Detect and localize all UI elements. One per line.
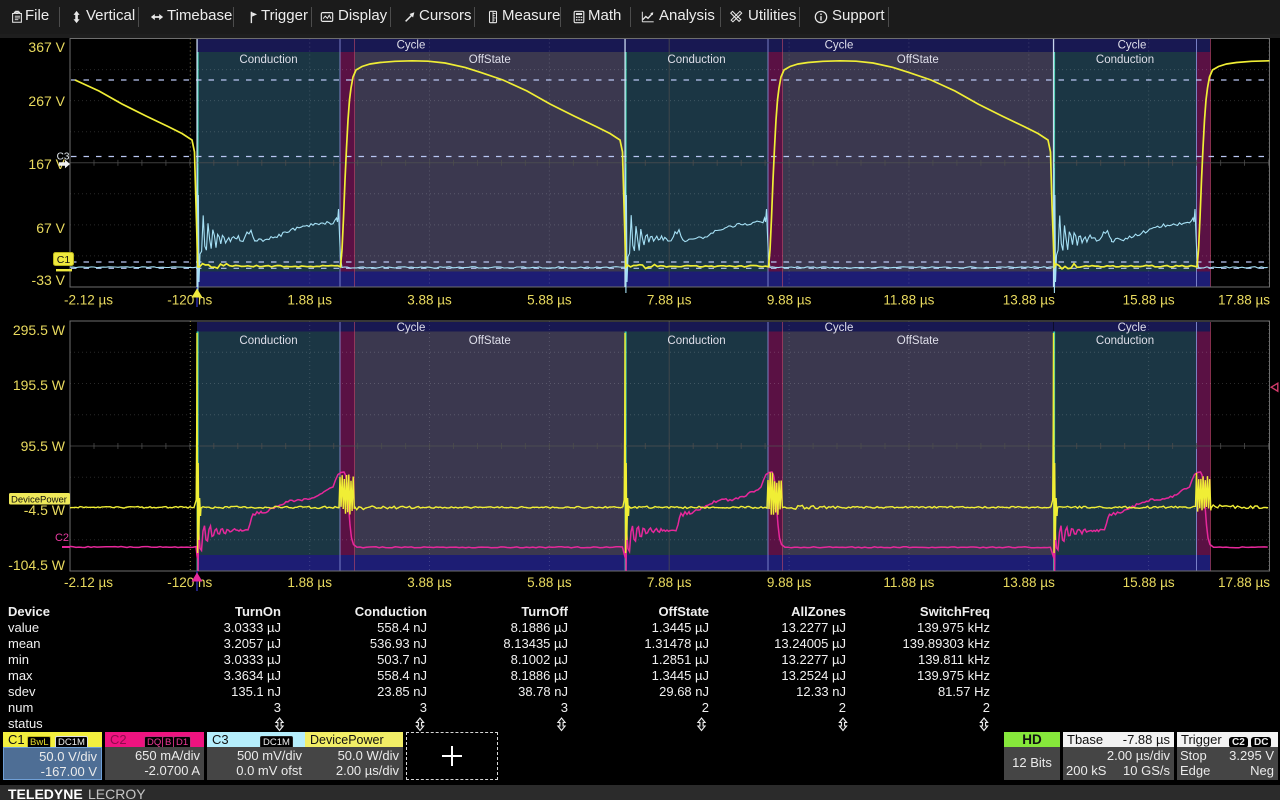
svg-text:15.88 µs: 15.88 µs — [1123, 575, 1175, 590]
svg-text:1.88 µs: 1.88 µs — [287, 575, 332, 590]
svg-text:-104.5 W: -104.5 W — [8, 557, 66, 573]
svg-text:7.88 µs: 7.88 µs — [647, 293, 692, 308]
svg-text:5.88 µs: 5.88 µs — [527, 293, 572, 308]
svg-text:Cycle: Cycle — [397, 322, 426, 334]
svg-text:7.88 µs: 7.88 µs — [647, 575, 692, 590]
svg-text:C3: C3 — [57, 152, 70, 163]
svg-text:11.88 µs: 11.88 µs — [883, 293, 934, 308]
svg-text:-33 V: -33 V — [32, 272, 66, 288]
svg-text:OffState: OffState — [897, 335, 939, 347]
svg-text:C2: C2 — [55, 532, 69, 544]
svg-text:3.88 µs: 3.88 µs — [407, 293, 452, 308]
svg-text:9.88 µs: 9.88 µs — [767, 293, 812, 308]
svg-text:OffState: OffState — [897, 54, 939, 66]
svg-text:C1: C1 — [57, 254, 71, 266]
svg-text:-120 ns: -120 ns — [167, 575, 212, 590]
svg-text:1.88 µs: 1.88 µs — [287, 293, 332, 308]
svg-text:-2.12 µs: -2.12 µs — [64, 293, 113, 308]
svg-text:Conduction: Conduction — [1096, 54, 1154, 66]
svg-text:367 V: 367 V — [28, 39, 65, 55]
svg-text:Cycle: Cycle — [1118, 322, 1147, 334]
svg-text:OffState: OffState — [469, 54, 511, 66]
svg-text:OffState: OffState — [469, 335, 511, 347]
svg-text:95.5 W: 95.5 W — [21, 438, 66, 454]
svg-text:-2.12 µs: -2.12 µs — [64, 575, 113, 590]
svg-text:13.88 µs: 13.88 µs — [1003, 575, 1055, 590]
svg-text:9.88 µs: 9.88 µs — [767, 575, 812, 590]
svg-text:Cycle: Cycle — [397, 40, 426, 52]
svg-text:Conduction: Conduction — [667, 54, 725, 66]
svg-text:17.88 µs: 17.88 µs — [1218, 575, 1270, 590]
svg-text:13.88 µs: 13.88 µs — [1003, 293, 1055, 308]
svg-text:15.88 µs: 15.88 µs — [1123, 293, 1175, 308]
svg-text:Conduction: Conduction — [667, 335, 725, 347]
svg-text:Conduction: Conduction — [1096, 335, 1154, 347]
svg-text:67 V: 67 V — [36, 220, 65, 236]
svg-text:3.88 µs: 3.88 µs — [407, 575, 452, 590]
svg-text:11.88 µs: 11.88 µs — [883, 575, 934, 590]
svg-text:Cycle: Cycle — [825, 40, 854, 52]
svg-text:-120 ns: -120 ns — [167, 293, 212, 308]
svg-text:295.5 W: 295.5 W — [13, 322, 66, 338]
svg-text:5.88 µs: 5.88 µs — [527, 575, 572, 590]
svg-text:Conduction: Conduction — [239, 335, 297, 347]
svg-text:Cycle: Cycle — [1118, 40, 1147, 52]
svg-text:Conduction: Conduction — [239, 54, 297, 66]
svg-text:Cycle: Cycle — [825, 322, 854, 334]
svg-text:267 V: 267 V — [28, 93, 65, 109]
svg-text:195.5 W: 195.5 W — [13, 377, 66, 393]
svg-text:17.88 µs: 17.88 µs — [1218, 293, 1270, 308]
svg-text:DevicePower: DevicePower — [11, 495, 67, 506]
